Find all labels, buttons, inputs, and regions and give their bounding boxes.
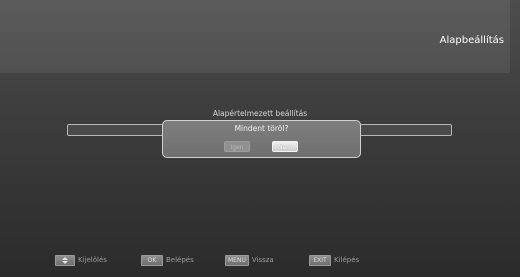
yes-button[interactable]: Igen — [224, 141, 250, 152]
menu-key-icon: MENU — [225, 254, 249, 266]
ok-key-icon: OK — [141, 254, 163, 266]
dialog-message: Mindent töröl? — [234, 124, 289, 133]
hint-menu: MENU Vissza — [225, 254, 274, 266]
no-button[interactable]: Nem — [272, 141, 298, 152]
hint-exit: EXIT Kilépés — [309, 254, 359, 266]
hint-select: Kijelölés — [55, 254, 107, 266]
hint-exit-label: Kilépés — [334, 256, 360, 264]
hint-menu-label: Vissza — [251, 256, 274, 264]
hint-select-label: Kijelölés — [78, 256, 107, 264]
hint-ok-label: Belépés — [166, 256, 194, 264]
confirm-dialog: Mindent töröl? Igen Nem — [162, 120, 361, 158]
exit-key-icon: EXIT — [309, 254, 331, 266]
page-title: Alapbeállítás — [439, 35, 504, 46]
key-hint-bar: Kijelölés OK Belépés MENU Vissza EXIT Ki… — [0, 254, 520, 266]
hint-ok: OK Belépés — [141, 254, 194, 266]
header-band — [0, 0, 510, 73]
up-down-arrows-icon — [55, 254, 75, 266]
setting-label: Alapértelmezett beállítás — [212, 109, 308, 118]
tv-screen: Alapbeállítás Alapértelmezett beállítás … — [0, 0, 520, 277]
